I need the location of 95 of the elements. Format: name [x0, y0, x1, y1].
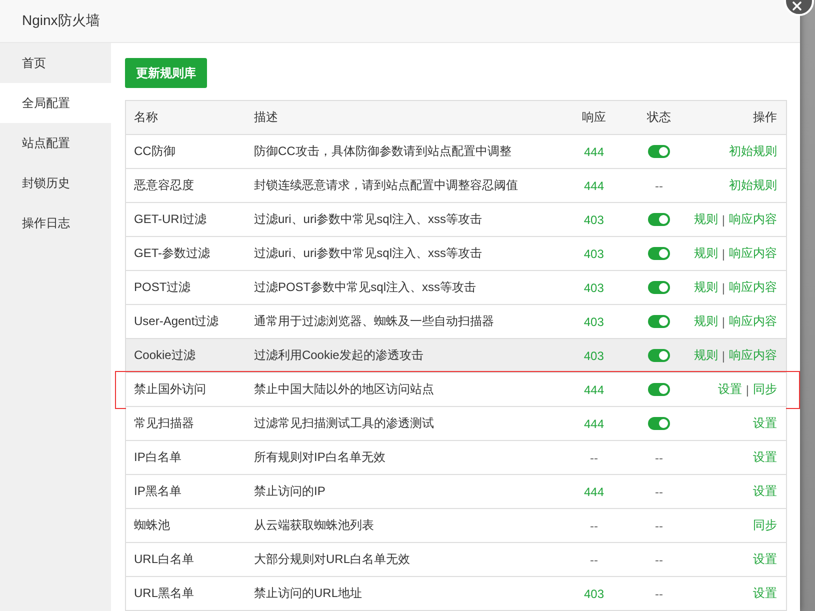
table-cell: --	[655, 518, 663, 532]
window-title: Nginx防火墙	[22, 12, 100, 30]
table-cell-text: GET-参数过滤	[133, 245, 212, 262]
separator: |	[722, 314, 725, 328]
action-link[interactable]: 设置	[753, 449, 777, 466]
separator: |	[722, 212, 725, 226]
separator: |	[722, 280, 725, 294]
toggle-switch[interactable]	[648, 383, 670, 396]
table-cell-text: 444	[582, 484, 606, 498]
action-link[interactable]: 规则	[694, 245, 718, 262]
table-cell-text: 从云端获取蜘蛛池列表	[254, 517, 375, 534]
table-cell: --	[655, 586, 663, 600]
sidebar-item[interactable]: 全局配置	[0, 83, 111, 123]
table-cell-text: 过滤uri、uri参数中常见sql注入、xss等攻击	[254, 211, 483, 228]
table-cell-text: 403	[582, 280, 605, 294]
table-cell-text: 禁止访问的URL地址	[254, 585, 364, 602]
action-link[interactable]: 同步	[753, 381, 777, 398]
action-link[interactable]: 初始规则	[729, 177, 777, 194]
update-rules-button[interactable]: 更新规则库	[125, 58, 207, 88]
table-cell-text: 所有规则对IP白名单无效	[254, 449, 386, 466]
table-cell-text: 过滤利用Cookie发起的渗透攻击	[254, 347, 424, 364]
action-link[interactable]: 响应内容	[729, 245, 777, 262]
table-cell-text: 过滤常见扫描测试工具的渗透测试	[254, 415, 435, 432]
separator: |	[722, 348, 725, 362]
table-cell-text: User-Agent过滤	[133, 313, 220, 330]
toggle-switch[interactable]	[648, 349, 670, 362]
table-cell: --	[655, 484, 663, 498]
action-link[interactable]: 设置	[753, 415, 777, 432]
action-link[interactable]: 规则	[694, 211, 718, 228]
separator: |	[746, 382, 749, 396]
table-cell-text: POST过滤	[133, 279, 192, 296]
table-cell-text: 403	[582, 212, 605, 226]
action-link[interactable]: 响应内容	[729, 347, 777, 364]
table-cell-text: 禁止访问的IP	[254, 483, 326, 500]
table-cell-text: Cookie过滤	[133, 347, 196, 364]
table-cell-text: 蜘蛛池	[133, 517, 171, 534]
table-cell-text: URL白名单	[133, 551, 196, 568]
action-link[interactable]: 响应内容	[729, 313, 777, 330]
table-cell-text: 禁止中国大陆以外的地区访问站点	[254, 381, 435, 398]
table-cell-text: 403	[582, 586, 606, 600]
close-icon	[790, 0, 804, 13]
table-cell-text: 禁止国外访问	[133, 381, 207, 398]
column-header: 响应	[581, 109, 607, 126]
table-cell-text: 过滤uri、uri参数中常见sql注入、xss等攻击	[254, 245, 483, 262]
sidebar-item[interactable]: 操作日志	[0, 203, 111, 243]
table-cell-text: 通常用于过滤浏览器、蜘蛛及一些自动扫描器	[254, 313, 495, 330]
table-cell-text: 过滤POST参数中常见sql注入、xss等攻击	[254, 279, 477, 296]
column-header: 名称	[133, 109, 159, 126]
action-link[interactable]: 规则	[694, 347, 718, 364]
table-cell-text: --	[589, 450, 599, 464]
table-cell-text: 444	[582, 416, 606, 430]
table-cell-text: 444	[582, 382, 606, 396]
table-cell-text: 封锁连续恶意请求，请到站点配置中调整容忍阈值	[254, 177, 519, 194]
column-header: 操作	[752, 109, 778, 126]
table-cell-text: GET-URI过滤	[133, 211, 208, 228]
action-link[interactable]: 设置	[753, 585, 777, 602]
table-cell: --	[655, 552, 663, 566]
table-cell-text: --	[589, 552, 599, 566]
table-cell-text: 防御CC攻击，具体防御参数请到站点配置中调整	[254, 143, 512, 160]
action-link[interactable]: 响应内容	[729, 279, 777, 296]
table-cell-text: 444	[582, 178, 606, 192]
toggle-switch[interactable]	[648, 213, 670, 226]
table-cell-text: 444	[582, 144, 606, 158]
sidebar-item[interactable]: 首页	[0, 43, 111, 83]
toggle-switch[interactable]	[648, 315, 670, 328]
column-header: 描述	[254, 109, 279, 126]
table-cell-text: IP白名单	[133, 449, 182, 466]
toggle-switch[interactable]	[648, 281, 670, 294]
action-link[interactable]: 规则	[694, 279, 718, 296]
table-cell-text: 403	[582, 348, 605, 362]
action-link[interactable]: 初始规则	[729, 143, 777, 160]
action-link[interactable]: 规则	[694, 313, 718, 330]
table-cell-text: 常见扫描器	[133, 415, 195, 432]
action-link[interactable]: 响应内容	[729, 211, 777, 228]
sidebar-item[interactable]: 站点配置	[0, 123, 111, 163]
action-link[interactable]: 设置	[753, 483, 777, 500]
separator: |	[722, 246, 725, 260]
table-cell-text: CC防御	[133, 143, 176, 160]
table-cell: --	[655, 178, 663, 192]
action-link[interactable]: 设置	[753, 551, 777, 568]
action-link[interactable]: 设置	[718, 381, 742, 398]
toggle-switch[interactable]	[648, 145, 670, 158]
toggle-switch[interactable]	[648, 417, 670, 430]
table-cell-text: 403	[582, 314, 605, 328]
table-cell-text: URL黑名单	[133, 585, 196, 602]
sidebar-item[interactable]: 封锁历史	[0, 163, 111, 203]
table-cell-text: --	[589, 518, 599, 532]
table-cell-text: IP黑名单	[133, 483, 182, 500]
table-cell-text: 恶意容忍度	[133, 177, 195, 194]
toggle-switch[interactable]	[648, 247, 670, 260]
action-link[interactable]: 同步	[753, 517, 777, 534]
table-cell-text: 403	[582, 246, 605, 260]
column-header: 状态	[646, 109, 672, 126]
table-cell-text: 大部分规则对URL白名单无效	[254, 551, 412, 568]
table-cell: --	[655, 450, 663, 464]
